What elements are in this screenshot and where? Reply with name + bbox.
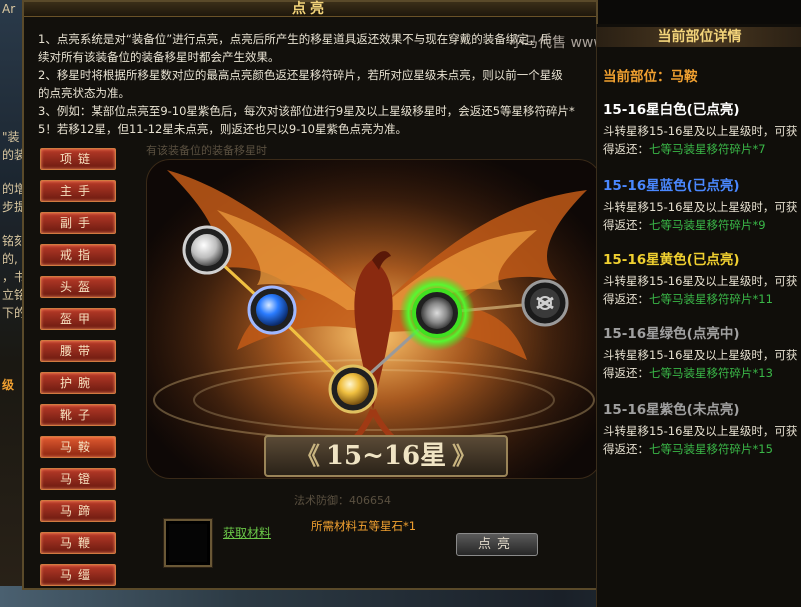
star-node-green[interactable]: [399, 275, 475, 351]
star-node-yellow[interactable]: [328, 364, 378, 414]
slot-button-belt[interactable]: 腰带: [40, 340, 116, 362]
tier-reward-prefix: 得返还：: [603, 218, 649, 232]
tier-title: 15-16星黄色(已点亮): [603, 252, 740, 268]
tier-reward-prefix: 得返还：: [603, 366, 649, 380]
tier-desc: 斗转星移15-16星及以上星级时，可获: [603, 124, 798, 138]
rules-line: 5！若移12星，但11-12星未点亮，则返还也只以9-10星紫色点亮为准。: [38, 122, 407, 136]
slot-button-helmet[interactable]: 头盔: [40, 276, 116, 298]
star-node-purple-locked[interactable]: [521, 279, 569, 327]
slot-button-horseshoe[interactable]: 马蹄: [40, 500, 116, 522]
tier-yellow: 15-16星黄色(已点亮) 斗转星移15-16星及以上星级时，可获 得返还：七等…: [603, 248, 801, 308]
star-level-banner: 《 15~16星》: [264, 435, 508, 477]
tier-reward: 七等马装星移符碎片*11: [649, 292, 773, 306]
ghost-text: 法术防御：406654: [294, 494, 391, 507]
phoenix-illustration: [147, 160, 601, 478]
tier-reward-prefix: 得返还：: [603, 442, 649, 456]
tier-reward-prefix: 得返还：: [603, 142, 649, 156]
tier-desc: 斗转星移15-16星及以上星级时，可获: [603, 274, 798, 288]
tier-reward: 七等马装星移符碎片*15: [649, 442, 773, 456]
slot-button-armor[interactable]: 盔甲: [40, 308, 116, 330]
get-material-link[interactable]: 获取材料: [223, 524, 271, 541]
current-part-label: 当前部位：马鞍: [603, 69, 698, 85]
tier-reward: 七等马装星移符碎片*9: [649, 218, 766, 232]
slot-button-off-hand[interactable]: 副手: [40, 212, 116, 234]
tier-title: 15-16星蓝色(已点亮): [603, 178, 740, 194]
ghost-text: 有该装备位的装备移星时: [146, 144, 267, 157]
window-title: 点亮: [292, 1, 328, 17]
rules-line: 3、例如：某部位点亮至9-10星紫色后，每次对该部位进行9星及以上星级移星时，会…: [38, 104, 575, 118]
bg-fragment: 的,: [2, 252, 18, 266]
tier-title: 15-16星绿色(点亮中): [603, 326, 740, 342]
star-node-white[interactable]: [182, 225, 232, 275]
slot-button-whip[interactable]: 马鞭: [40, 532, 116, 554]
light-up-window: 点亮 1、点亮系统是对“装备位”进行点亮，点亮后所产生的移星道具返还效果不与现在…: [22, 0, 602, 590]
star-node-blue[interactable]: [247, 285, 297, 335]
slot-button-ring[interactable]: 戒指: [40, 244, 116, 266]
slot-button-stirrup[interactable]: 马镫: [40, 468, 116, 490]
light-up-button[interactable]: 点亮: [456, 533, 538, 556]
next-chevron-icon[interactable]: 》: [452, 441, 476, 470]
tier-reward-line: 得返还：七等马装星移符碎片*15: [603, 440, 801, 458]
slot-button-main-hand[interactable]: 主手: [40, 180, 116, 202]
star-level-label: 15~16星: [325, 441, 447, 471]
slot-button-necklace[interactable]: 项链: [40, 148, 116, 170]
tier-purple: 15-16星紫色(未点亮) 斗转星移15-16星及以上星级时，可获 得返还：七等…: [603, 398, 801, 458]
tier-desc: 斗转星移15-16星及以上星级时，可获: [603, 348, 798, 362]
material-slot[interactable]: [164, 519, 212, 567]
tier-title: 15-16星紫色(未点亮): [603, 402, 740, 418]
rules-line: 的点亮状态为准。: [38, 86, 130, 100]
bg-fragment: 级: [2, 378, 15, 392]
window-titlebar[interactable]: 点亮: [24, 1, 596, 17]
tier-desc: 斗转星移15-16星及以上星级时，可获: [603, 424, 798, 438]
equipment-slot-list: 项链 主手 副手 戒指 头盔 盔甲 腰带 护腕 靴子 马鞍 马镫 马蹄 马鞭 马…: [40, 148, 120, 596]
slot-button-reins[interactable]: 马缰: [40, 564, 116, 586]
phoenix-scene: [146, 159, 602, 479]
slot-button-saddle[interactable]: 马鞍: [40, 436, 116, 458]
bg-fragment: Ar: [2, 2, 16, 16]
tier-reward-line: 得返还：七等马装星移符碎片*11: [603, 290, 801, 308]
part-detail-panel: 当前部位详情 当前部位：马鞍 15-16星白色(已点亮) 斗转星移15-16星及…: [596, 24, 801, 607]
slot-button-bracer[interactable]: 护腕: [40, 372, 116, 394]
detail-panel-header: 当前部位详情: [597, 27, 801, 47]
required-material-text: 所需材料五等星石*1: [311, 519, 417, 533]
tier-reward: 七等马装星移符碎片*7: [649, 142, 766, 156]
tier-reward: 七等马装星移符碎片*13: [649, 366, 773, 380]
tier-green: 15-16星绿色(点亮中) 斗转星移15-16星及以上星级时，可获 得返还：七等…: [603, 322, 801, 382]
tier-reward-prefix: 得返还：: [603, 292, 649, 306]
tier-reward-line: 得返还：七等马装星移符碎片*13: [603, 364, 801, 382]
slot-button-boots[interactable]: 靴子: [40, 404, 116, 426]
tier-blue: 15-16星蓝色(已点亮) 斗转星移15-16星及以上星级时，可获 得返还：七等…: [603, 174, 801, 234]
tier-title: 15-16星白色(已点亮): [603, 102, 740, 118]
rules-line: 2、移星时将根据所移星数对应的最高点亮颜色返还星移符碎片，若所对应星级未点亮，则…: [38, 68, 563, 82]
tier-reward-line: 得返还：七等马装星移符碎片*7: [603, 140, 801, 158]
prev-chevron-icon[interactable]: 《: [296, 441, 320, 470]
tier-desc: 斗转星移15-16星及以上星级时，可获: [603, 200, 798, 214]
tier-reward-line: 得返还：七等马装星移符碎片*9: [603, 216, 801, 234]
bg-fragment: "装: [2, 130, 20, 144]
tier-white: 15-16星白色(已点亮) 斗转星移15-16星及以上星级时，可获 得返还：七等…: [603, 98, 801, 158]
